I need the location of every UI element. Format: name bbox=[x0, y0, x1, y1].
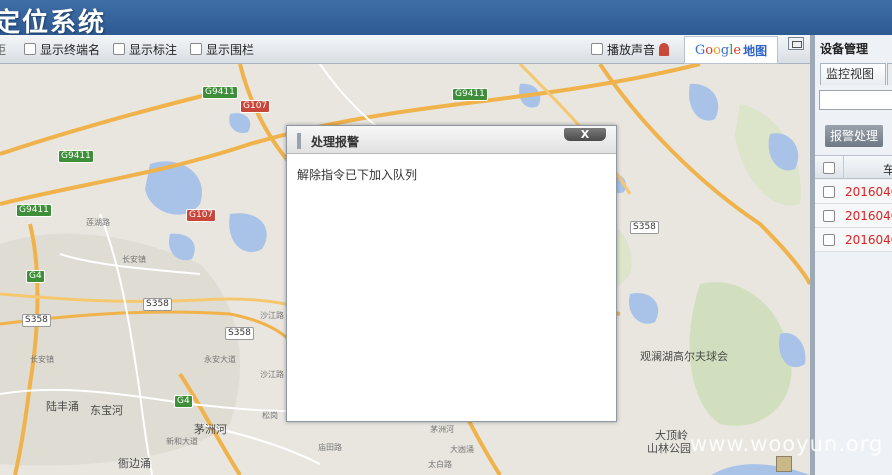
column-header-vehicle: 车 bbox=[883, 163, 892, 177]
table-row[interactable]: 2016040 bbox=[815, 204, 892, 228]
road-shield: G107 bbox=[186, 209, 217, 222]
google-map-tab[interactable]: Google 地图 bbox=[684, 36, 778, 64]
row-checkbox[interactable] bbox=[823, 210, 835, 222]
show-fence-label: 显示围栏 bbox=[206, 42, 255, 57]
street-label: 沙江路 bbox=[260, 311, 284, 320]
road-shield: G4 bbox=[174, 395, 193, 408]
google-logo-icon: Google bbox=[694, 42, 742, 58]
play-sound-toggle[interactable]: 播放声音 bbox=[591, 41, 670, 57]
road-shield: G9411 bbox=[16, 204, 52, 217]
show-terminal-name-checkbox[interactable] bbox=[24, 43, 36, 55]
show-fence-checkbox[interactable] bbox=[190, 43, 202, 55]
map-tab-label: 地图 bbox=[743, 43, 768, 58]
app-header: 定位系统 bbox=[0, 0, 892, 38]
place-label: 东宝河 bbox=[90, 404, 123, 417]
alarm-handle-button[interactable]: 报警处理 bbox=[825, 125, 884, 147]
row-checkbox[interactable] bbox=[823, 234, 835, 246]
show-marker-label: 显示标注 bbox=[129, 42, 178, 57]
dialog-message: 解除指令已下加入队列 bbox=[297, 168, 418, 182]
watermark: www.wooyun.org bbox=[690, 432, 884, 456]
tab-next[interactable] bbox=[887, 63, 892, 85]
street-label: 松岗 bbox=[262, 411, 278, 420]
road-shield: S358 bbox=[225, 327, 254, 340]
road-shield: S358 bbox=[22, 314, 51, 327]
alarm-dialog: 处理报警 X 解除指令已下加入队列 bbox=[286, 125, 617, 422]
device-panel: 设备管理 监控视图 报警处理 车 2016040 2016040 2016040 bbox=[810, 35, 892, 475]
street-label: 沙江路 bbox=[260, 370, 284, 379]
road-shield: G9411 bbox=[58, 150, 94, 163]
panel-title: 设备管理 bbox=[820, 42, 869, 56]
road-shield: G9411 bbox=[452, 88, 488, 101]
maximize-icon[interactable] bbox=[788, 37, 804, 50]
street-label: 大凼涌 bbox=[450, 445, 474, 454]
place-label: 陆丰涌 bbox=[46, 400, 79, 413]
tab-monitor-view[interactable]: 监控视图 bbox=[820, 63, 886, 85]
app-title: 定位系统 bbox=[0, 8, 107, 38]
table-row[interactable]: 2016040 bbox=[815, 180, 892, 204]
place-label: 茅洲河 bbox=[194, 423, 227, 436]
dialog-title-marker bbox=[297, 133, 301, 149]
street-label: 新和大道 bbox=[166, 437, 198, 446]
table-row[interactable]: 2016040 bbox=[815, 228, 892, 252]
place-label: 衙边涌 bbox=[118, 457, 151, 470]
road-shield: G107 bbox=[240, 100, 271, 113]
device-id-cell: 2016040 bbox=[845, 185, 892, 199]
show-terminal-name-toggle[interactable]: 显示终端名 bbox=[24, 41, 100, 57]
device-id-cell: 2016040 bbox=[845, 233, 892, 247]
close-button[interactable]: X bbox=[564, 128, 606, 141]
alarm-bell-icon bbox=[659, 42, 670, 56]
street-label: 长安镇 bbox=[30, 355, 54, 364]
device-id-cell: 2016040 bbox=[845, 209, 892, 223]
show-marker-checkbox[interactable] bbox=[113, 43, 125, 55]
road-shield: S358 bbox=[143, 298, 172, 311]
select-all-checkbox[interactable] bbox=[823, 162, 835, 174]
show-terminal-name-label: 显示终端名 bbox=[40, 42, 101, 57]
street-label: 长安镇 bbox=[122, 255, 146, 264]
show-marker-toggle[interactable]: 显示标注 bbox=[113, 41, 177, 57]
measure-distance-label[interactable]: 距 bbox=[0, 41, 6, 57]
column-divider bbox=[843, 156, 844, 179]
row-checkbox[interactable] bbox=[823, 186, 835, 198]
street-label: 莲湖路 bbox=[86, 218, 110, 227]
show-fence-toggle[interactable]: 显示围栏 bbox=[190, 41, 254, 57]
play-sound-checkbox[interactable] bbox=[591, 43, 603, 55]
street-label: 庙田路 bbox=[318, 443, 342, 452]
road-shield: G4 bbox=[26, 270, 45, 283]
map-person-icon[interactable] bbox=[776, 456, 792, 472]
street-label: 永安大道 bbox=[204, 355, 236, 364]
dialog-header: 处理报警 X bbox=[287, 126, 616, 154]
play-sound-label: 播放声音 bbox=[607, 42, 656, 57]
road-shield: S358 bbox=[630, 221, 659, 234]
dialog-title: 处理报警 bbox=[311, 135, 360, 149]
device-table-header: 车 bbox=[815, 155, 892, 179]
place-label: 山林公园 bbox=[647, 442, 691, 455]
street-label: 茅洲河 bbox=[430, 425, 454, 434]
device-search-input[interactable] bbox=[819, 90, 892, 110]
place-label: 观澜湖高尔夫球会 bbox=[640, 350, 728, 363]
street-label: 太白路 bbox=[428, 460, 452, 469]
road-shield: G9411 bbox=[202, 86, 238, 99]
